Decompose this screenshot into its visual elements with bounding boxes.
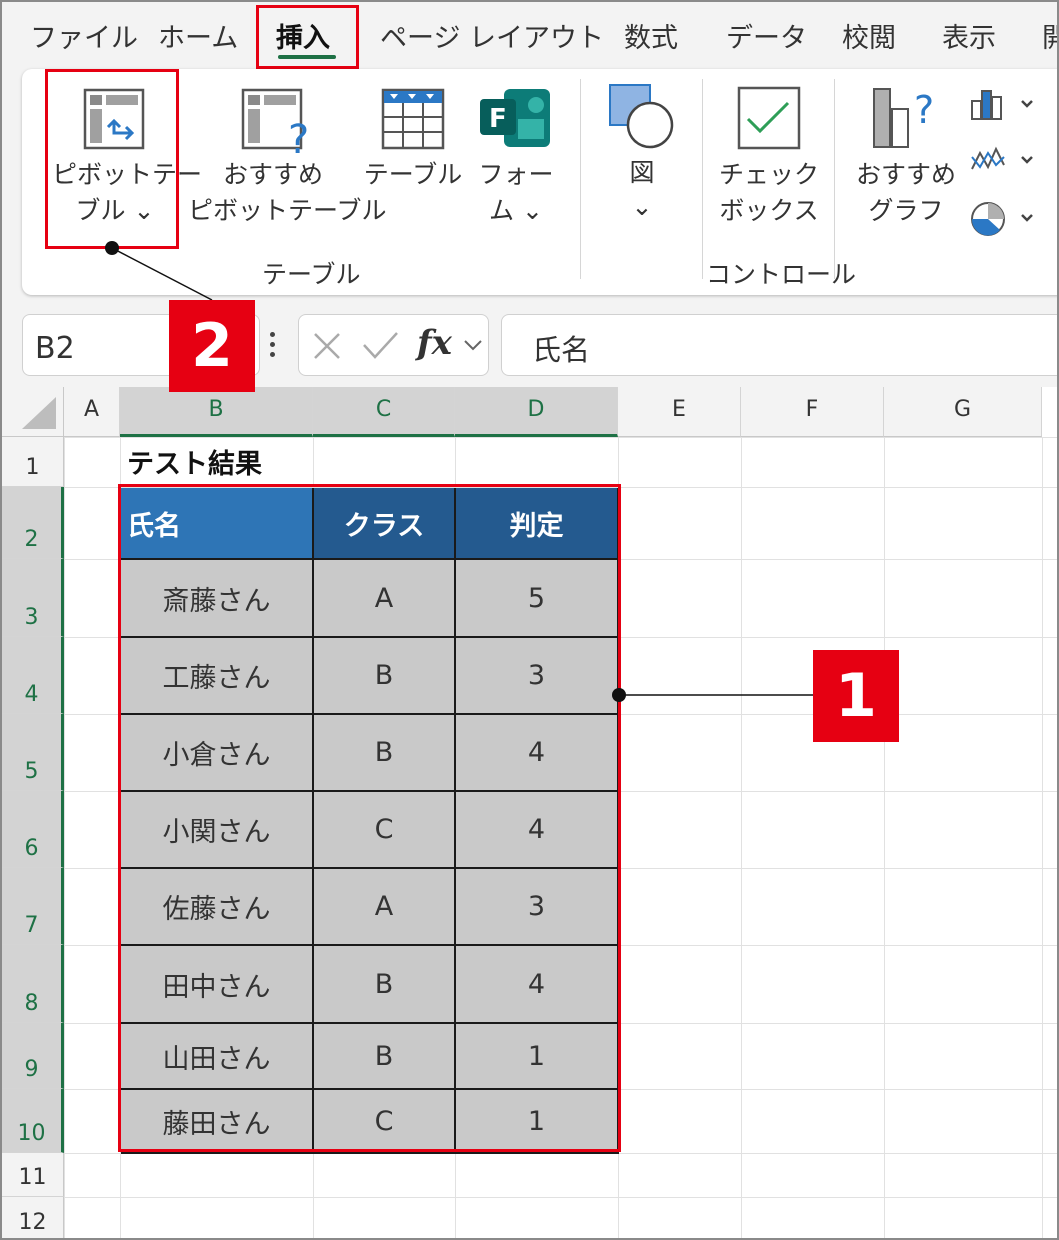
select-all-button[interactable]	[2, 387, 64, 437]
checkbox-label-2[interactable]: ボックス	[712, 193, 826, 229]
shapes-icon[interactable]	[606, 81, 678, 149]
sheet-title[interactable]: テスト結果	[127, 442, 262, 481]
more-options-icon[interactable]	[270, 332, 276, 362]
forms-label-2[interactable]: ム ⌄	[468, 193, 564, 229]
column-header-c[interactable]: C	[313, 387, 455, 437]
gridline-horizontal	[64, 437, 1057, 438]
row-number: 8	[24, 991, 39, 1016]
tab-data[interactable]: データ	[726, 16, 807, 55]
checkbox-label-1[interactable]: チェック	[712, 157, 826, 193]
forms-label-1[interactable]: フォー	[468, 157, 564, 193]
gridline-vertical	[64, 437, 65, 1238]
recommended-chart-label-2[interactable]: グラフ	[848, 193, 964, 229]
row-number: 6	[24, 836, 39, 861]
gridline-vertical	[741, 437, 742, 1238]
row-header-6[interactable]: 6	[2, 791, 64, 868]
recommended-pivot-icon[interactable]: ?	[240, 87, 314, 157]
checkbox-icon[interactable]	[736, 85, 802, 151]
table-icon[interactable]	[380, 87, 446, 151]
insert-tab-highlight	[256, 5, 359, 69]
column-header-d[interactable]: D	[455, 387, 618, 437]
row-number: 12	[18, 1210, 47, 1235]
svg-text:?: ?	[914, 88, 934, 132]
tab-review[interactable]: 校閲	[842, 16, 896, 55]
table-range-highlight	[118, 484, 621, 1152]
row-header-2[interactable]: 2	[2, 487, 64, 559]
chevron-down-icon[interactable]	[463, 339, 483, 353]
line-chart-icon[interactable]	[970, 143, 1040, 177]
callout-badge-2: 2	[169, 300, 255, 392]
excel-window: ファイル ホーム 挿入 ページ レイアウト 数式 データ 校閲 表示 開 ピボッ…	[0, 0, 1059, 1240]
shapes-label-1[interactable]: 図	[602, 155, 682, 191]
row-header-4[interactable]: 4	[2, 637, 64, 714]
table-label[interactable]: テーブル	[360, 157, 466, 193]
recommended-chart-icon[interactable]: ?	[870, 83, 944, 153]
column-header-g[interactable]: G	[884, 387, 1042, 437]
row-header-5[interactable]: 5	[2, 714, 64, 791]
row-header-10[interactable]: 10	[2, 1089, 64, 1153]
shapes-label-2[interactable]: ⌄	[602, 189, 682, 225]
row-header-8[interactable]: 8	[2, 945, 64, 1023]
row-header-7[interactable]: 7	[2, 868, 64, 945]
callout-badge-1: 1	[813, 650, 899, 742]
group-label-table: テーブル	[262, 260, 361, 289]
formula-buttons: fx	[298, 314, 489, 376]
column-header-e[interactable]: E	[618, 387, 741, 437]
tab-page-layout[interactable]: ページ レイアウト	[380, 16, 604, 55]
recommended-chart-label-1[interactable]: おすすめ	[848, 157, 964, 193]
pivot-table-highlight	[45, 69, 179, 249]
gridline-vertical	[1042, 437, 1043, 1238]
gridline-horizontal	[64, 1197, 1057, 1198]
row-header-3[interactable]: 3	[2, 559, 64, 637]
row-number: 9	[24, 1057, 39, 1082]
row-number: 1	[25, 455, 40, 480]
ribbon-tabs: ファイル ホーム 挿入 ページ レイアウト 数式 データ 校閲 表示 開	[2, 2, 1057, 68]
tab-home[interactable]: ホーム	[158, 16, 238, 55]
row-header-9[interactable]: 9	[2, 1023, 64, 1089]
recommended-pivot-label-2[interactable]: ピボットテーブル	[188, 193, 387, 229]
row-number: 3	[24, 605, 39, 630]
column-header-a[interactable]: A	[64, 387, 120, 437]
row-number: 10	[17, 1121, 46, 1146]
formula-input[interactable]: 氏名	[501, 314, 1057, 376]
row-header-12[interactable]: 12	[2, 1197, 64, 1238]
svg-text:?: ?	[288, 117, 309, 157]
row-number: 4	[24, 682, 39, 707]
row-number: 5	[24, 759, 39, 784]
row-header-11[interactable]: 11	[2, 1153, 64, 1197]
row-number: 11	[18, 1165, 47, 1190]
pie-chart-icon[interactable]	[970, 199, 1040, 239]
insert-function-icon[interactable]: fx	[417, 323, 452, 363]
enter-icon[interactable]	[361, 329, 399, 361]
row-header-1[interactable]: 1	[2, 437, 64, 487]
tab-view[interactable]: 表示	[942, 16, 996, 55]
tab-file[interactable]: ファイル	[30, 16, 138, 55]
tab-formulas[interactable]: 数式	[624, 16, 678, 55]
row-number: 2	[24, 527, 39, 552]
forms-icon[interactable]: F	[478, 85, 554, 151]
recommended-pivot-label-1[interactable]: おすすめ	[188, 157, 358, 193]
column-header-f[interactable]: F	[741, 387, 884, 437]
column-header-b[interactable]: B	[120, 387, 313, 437]
tab-developer[interactable]: 開	[1042, 16, 1057, 55]
svg-text:F: F	[489, 104, 507, 134]
worksheet-grid: A B C D E F G 1 2 3 4 5 6 7 8 9 10 11 12 テスト結果 氏名 クラス 判定 斎藤さん A 5…	[2, 387, 1057, 1238]
gridline-vertical	[884, 437, 885, 1238]
row-number: 7	[24, 913, 39, 938]
bar-chart-icon[interactable]	[970, 87, 1040, 121]
cancel-icon[interactable]	[311, 331, 343, 361]
